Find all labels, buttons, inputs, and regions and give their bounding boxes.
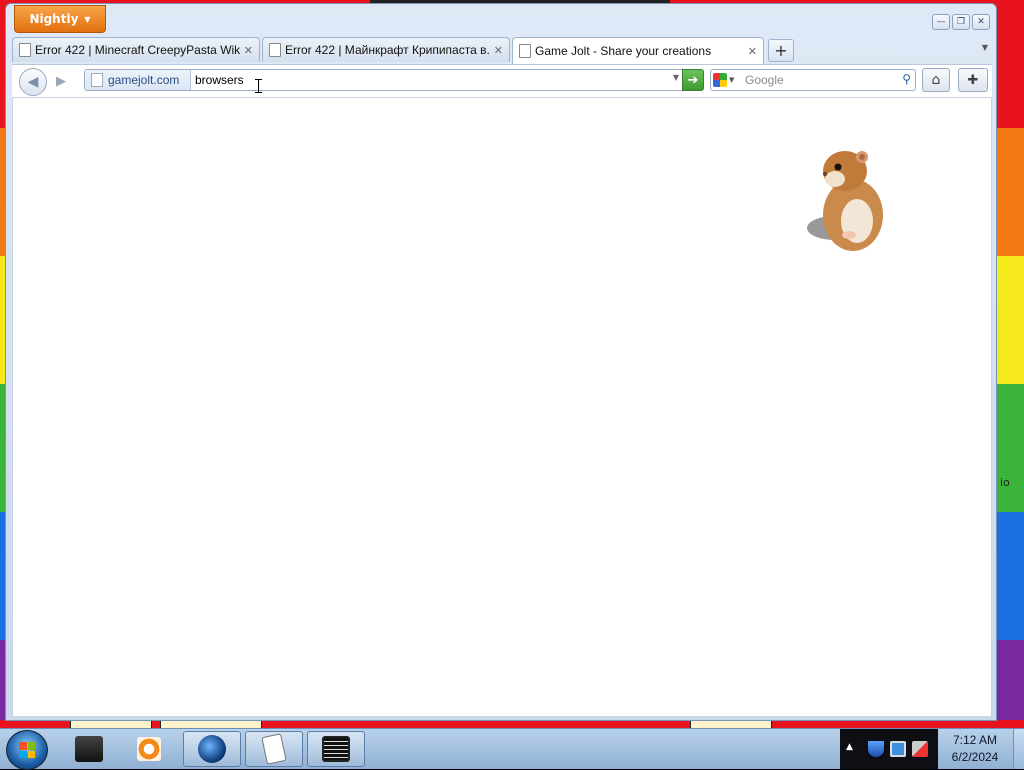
- dark-folder-icon: [75, 736, 103, 762]
- site-identity-button[interactable]: gamejolt.com: [85, 70, 191, 90]
- taskbar-item-media-player[interactable]: [120, 731, 178, 767]
- navigation-toolbar: ◀ ▶ gamejolt.com ▼ ➔ ▼ ⚲ ⌂ ✚: [12, 64, 992, 97]
- addons-button[interactable]: ✚: [958, 68, 988, 92]
- media-player-icon: [137, 737, 161, 761]
- app-menu-button[interactable]: Nightly ▼: [14, 5, 106, 33]
- taskbar-item-solitaire[interactable]: [245, 731, 303, 767]
- desktop-side-text: io: [1000, 476, 1010, 489]
- back-arrow-icon: ◀: [27, 74, 39, 90]
- addon-icon: ✚: [967, 72, 979, 88]
- minimize-button[interactable]: —: [932, 14, 950, 30]
- taskbar-item-terminal[interactable]: [307, 731, 365, 767]
- close-icon[interactable]: ✕: [494, 44, 503, 57]
- page-icon: [19, 43, 31, 57]
- clock-time: 7:12 AM: [952, 733, 998, 747]
- chevron-down-icon: ▼: [729, 76, 735, 84]
- page-icon: [91, 73, 103, 87]
- taskbar-item-folder[interactable]: [60, 731, 118, 767]
- show-desktop-button[interactable]: [1013, 729, 1024, 769]
- go-button[interactable]: ➔: [682, 69, 704, 91]
- chevron-down-icon: ▼: [84, 14, 91, 24]
- url-history-dropdown-icon[interactable]: ▼: [673, 73, 679, 82]
- security-shield-icon[interactable]: [868, 741, 884, 757]
- taskbar: ▲ 7:12 AM 6/2/2024: [0, 728, 1024, 770]
- search-bar[interactable]: ▼ ⚲: [710, 69, 916, 91]
- new-tab-button[interactable]: +: [768, 39, 794, 62]
- back-button[interactable]: ◀: [19, 68, 47, 96]
- clock[interactable]: 7:12 AM 6/2/2024: [940, 732, 1010, 766]
- search-input[interactable]: [745, 72, 885, 88]
- start-button[interactable]: [6, 730, 48, 770]
- page-icon: [519, 44, 531, 58]
- close-window-button[interactable]: ✕: [972, 14, 990, 30]
- terminal-list-icon: [322, 736, 350, 762]
- close-icon[interactable]: ✕: [748, 45, 757, 58]
- hamster-image: [807, 151, 883, 251]
- text-cursor-icon: [255, 79, 262, 93]
- windows-logo-icon: [19, 742, 35, 758]
- clock-date: 6/2/2024: [951, 750, 999, 764]
- solitaire-cards-icon: [261, 733, 287, 765]
- home-button[interactable]: ⌂: [922, 68, 950, 92]
- tab-minecraft-creepypasta[interactable]: Error 422 | Minecraft CreepyPasta Wik...…: [12, 37, 260, 62]
- url-input[interactable]: [195, 72, 655, 88]
- system-tray: ▲ 7:12 AM 6/2/2024: [840, 729, 1024, 769]
- page-content[interactable]: [12, 97, 992, 717]
- tab-bar: Error 422 | Minecraft CreepyPasta Wik...…: [12, 37, 992, 64]
- forward-button[interactable]: ▶: [49, 72, 73, 90]
- tab-game-jolt[interactable]: Game Jolt - Share your creations ✕: [512, 37, 764, 64]
- show-hidden-icons-button[interactable]: ▲: [846, 742, 853, 752]
- volume-muted-icon[interactable]: [912, 741, 928, 757]
- app-menu-label: Nightly: [29, 12, 79, 26]
- url-bar[interactable]: gamejolt.com ▼ ➔: [84, 69, 704, 91]
- google-icon: [713, 73, 727, 87]
- taskbar-item-browser[interactable]: [183, 731, 241, 767]
- tab-list-chevron-icon[interactable]: ▼: [982, 43, 988, 52]
- network-icon[interactable]: [890, 741, 906, 757]
- tab-title: Error 422 | Minecraft CreepyPasta Wik...: [35, 43, 240, 57]
- globe-browser-icon: [198, 735, 226, 763]
- search-icon[interactable]: ⚲: [902, 72, 911, 86]
- back-forward-group: ◀ ▶: [19, 68, 77, 96]
- restore-button[interactable]: ❐: [952, 14, 970, 30]
- page-icon: [269, 43, 281, 57]
- tab-minecraft-creepypasta-ru[interactable]: Error 422 | Майнкрафт Крипипаста в... ✕: [262, 37, 510, 62]
- browser-window: Nightly ▼ — ❐ ✕ Error 422 | Minecraft Cr…: [5, 3, 997, 721]
- site-identity-label: gamejolt.com: [108, 73, 180, 87]
- search-engine-button[interactable]: ▼: [713, 72, 741, 88]
- window-controls: — ❐ ✕: [932, 14, 990, 30]
- tab-title: Game Jolt - Share your creations: [535, 44, 712, 58]
- tab-title: Error 422 | Майнкрафт Крипипаста в...: [285, 43, 490, 57]
- home-icon: ⌂: [931, 72, 941, 88]
- close-icon[interactable]: ✕: [244, 44, 253, 57]
- forward-arrow-icon: ▶: [56, 73, 66, 89]
